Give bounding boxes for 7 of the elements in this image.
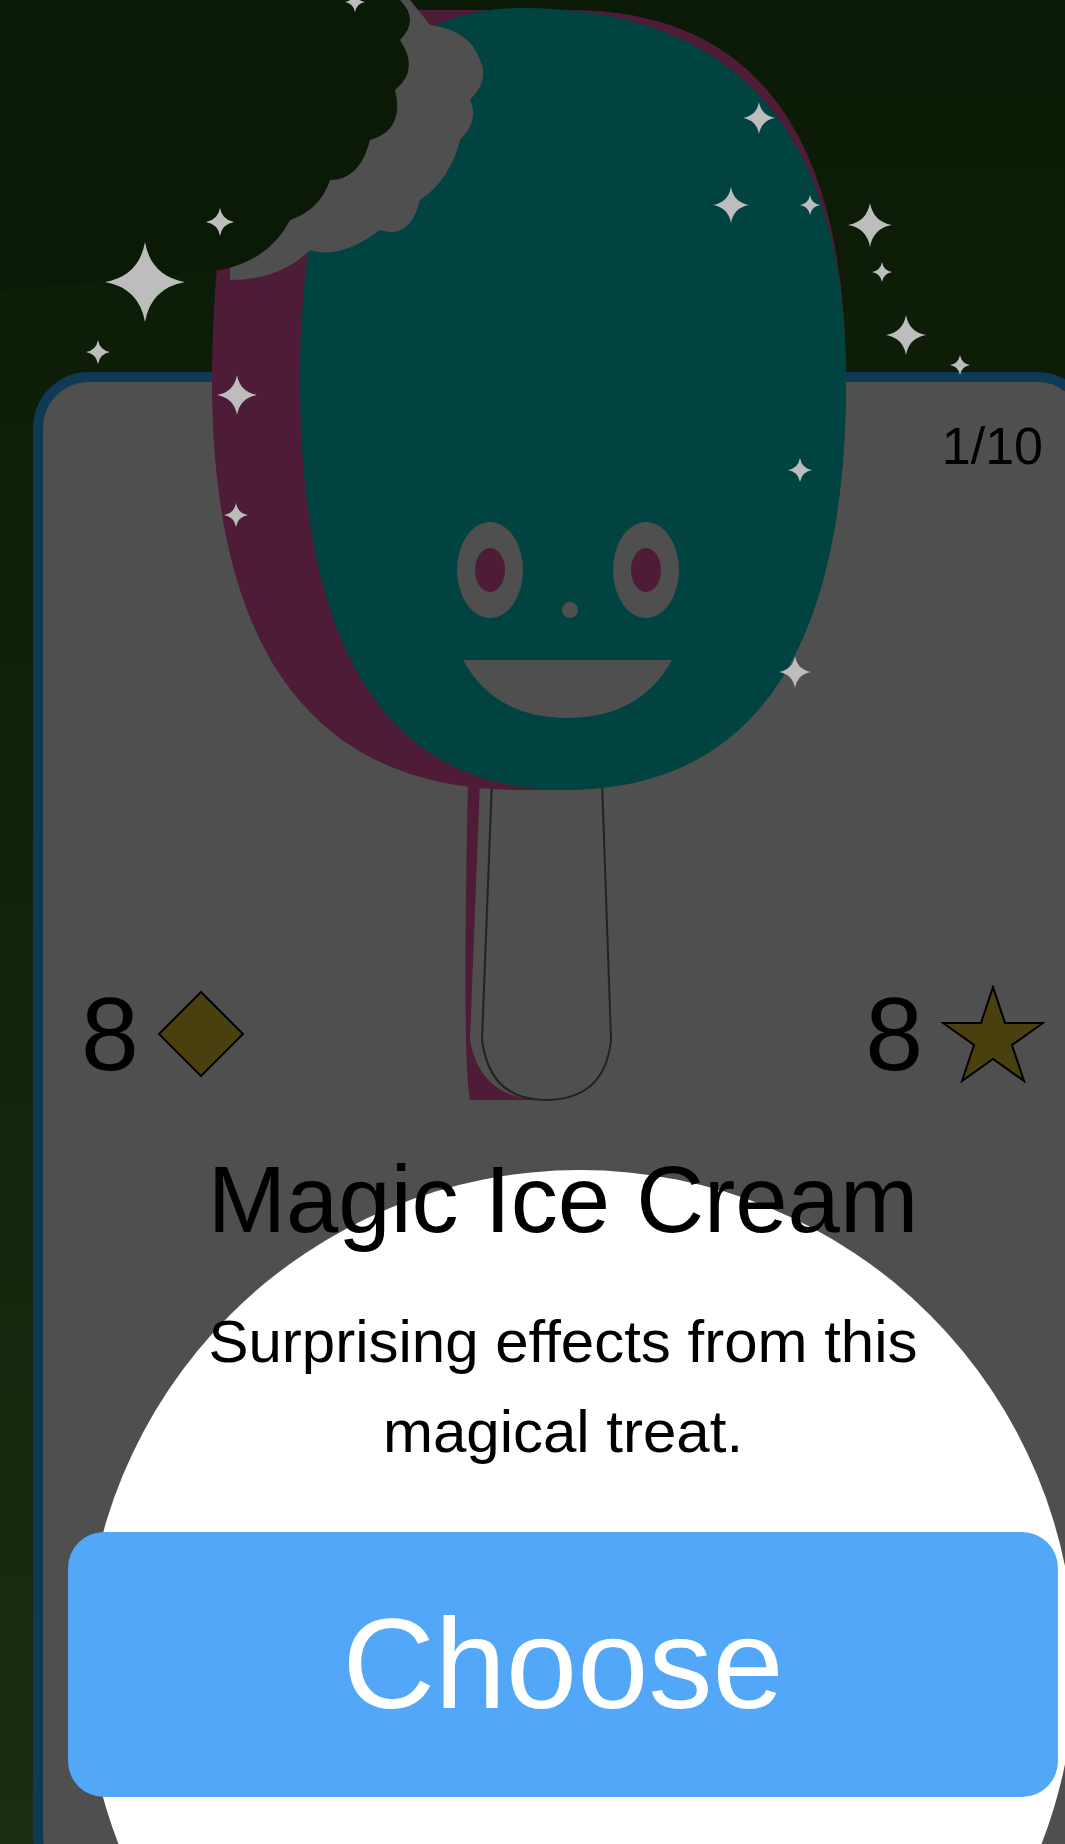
card-counter: 1/10 [941,420,1043,472]
star-icon [941,985,1045,1083]
stat-value: 8 [865,982,923,1086]
card-description: Surprising effects from this magical treat. [207,1306,919,1467]
diamond-icon [156,990,245,1078]
choose-button[interactable]: Choose [68,1531,1058,1797]
stat-value: 8 [81,982,139,1086]
